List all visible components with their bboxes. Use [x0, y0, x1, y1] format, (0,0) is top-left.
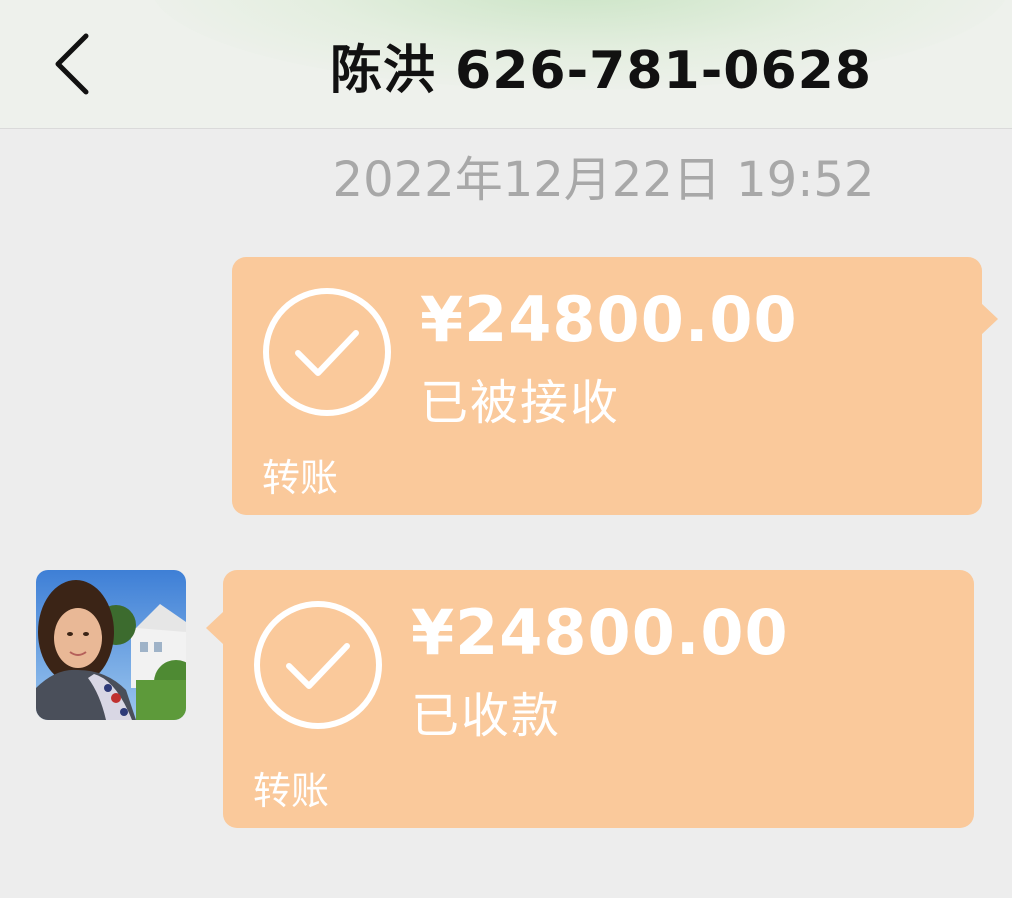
transfer-type-label: 转账 — [253, 769, 330, 813]
transfer-bubble-sent[interactable]: ¥24800.00 已被接收 转账 — [232, 257, 998, 515]
contact-avatar[interactable] — [36, 570, 186, 720]
transfer-type-label: 转账 — [262, 456, 339, 500]
transfer-bubble-received[interactable]: ¥24800.00 已收款 转账 — [206, 570, 974, 828]
chat-screen: 陈洪 626-781-0628 2022年12月22日 19:52 ¥24800… — [0, 0, 1012, 898]
avatar-image — [36, 570, 186, 720]
bubble-tail — [206, 612, 223, 644]
check-circle-icon — [254, 601, 382, 729]
chat-header: 陈洪 626-781-0628 — [0, 0, 1012, 129]
check-circle-icon — [263, 288, 391, 416]
chat-title: 陈洪 626-781-0628 — [329, 41, 873, 101]
transfer-status: 已收款 — [411, 688, 562, 744]
message-timestamp: 2022年12月22日 19:52 — [332, 152, 875, 208]
bubble-tail — [981, 303, 998, 335]
transfer-status: 已被接收 — [420, 375, 621, 431]
transfer-amount: ¥24800.00 — [411, 596, 789, 669]
transfer-amount: ¥24800.00 — [420, 283, 798, 356]
